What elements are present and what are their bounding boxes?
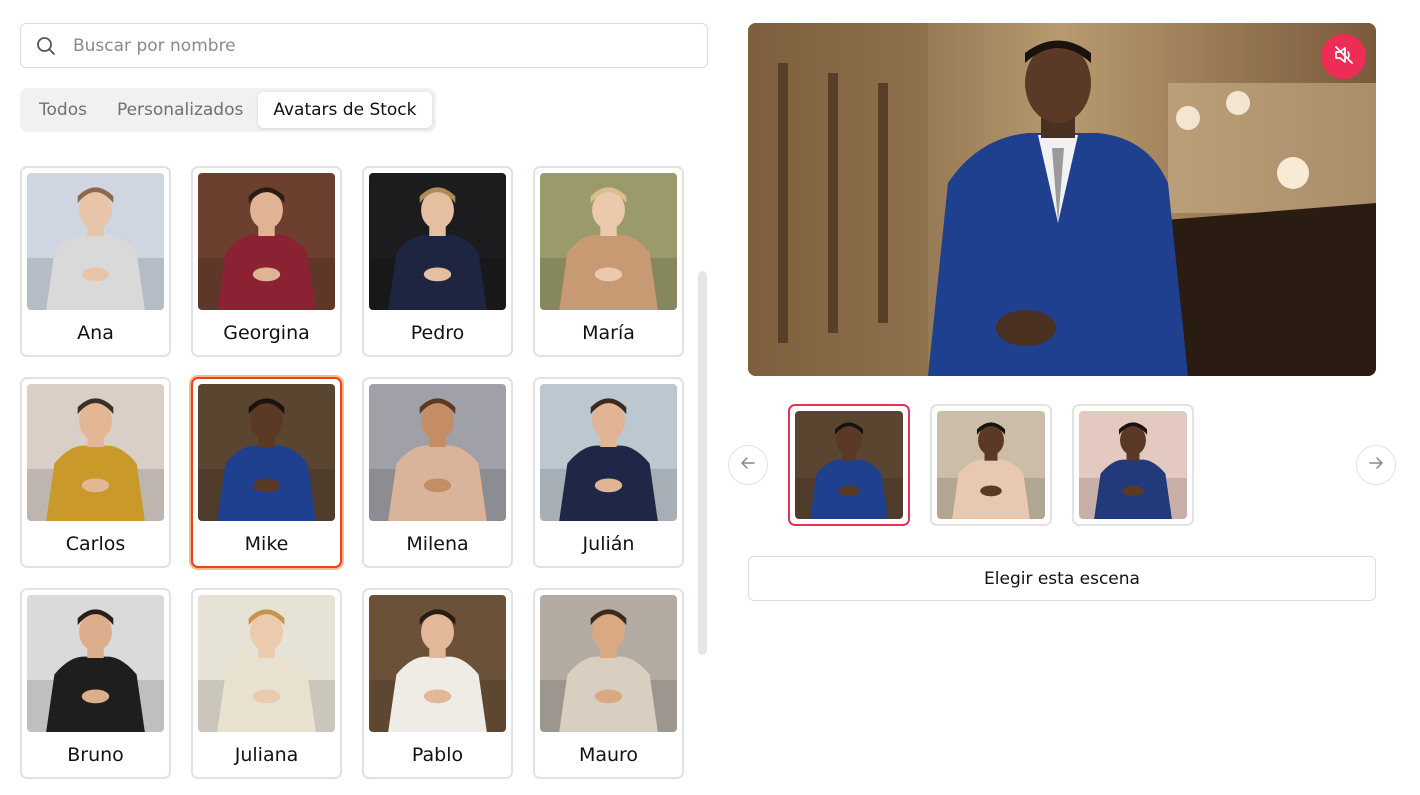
choose-scene-button[interactable]: Elegir esta escena xyxy=(748,556,1376,601)
tab-todos[interactable]: Todos xyxy=(24,92,102,128)
avatar-name: Julián xyxy=(582,533,635,555)
tab-avatars-de-stock[interactable]: Avatars de Stock xyxy=(258,92,432,128)
avatar-card[interactable]: Mike xyxy=(191,377,342,568)
scene-thumbnail-2[interactable] xyxy=(930,404,1052,526)
search-icon xyxy=(21,36,71,56)
search-bar xyxy=(20,23,708,68)
arrow-left-icon xyxy=(740,455,756,475)
avatar-thumbnail xyxy=(27,595,164,732)
avatar-thumbnail xyxy=(198,595,335,732)
scene-thumbnail-1[interactable] xyxy=(788,404,910,526)
avatar-name: Mike xyxy=(244,533,289,555)
avatar-name: Milena xyxy=(406,533,469,555)
avatar-card[interactable]: Julián xyxy=(533,377,684,568)
tab-personalizados[interactable]: Personalizados xyxy=(102,92,258,128)
arrow-right-icon xyxy=(1368,455,1384,475)
avatar-thumbnail xyxy=(369,173,506,310)
avatar-thumbnail xyxy=(540,173,677,310)
avatar-thumbnail xyxy=(369,595,506,732)
volume-mute-icon xyxy=(1333,44,1355,70)
avatar-thumbnail xyxy=(540,595,677,732)
avatar-card[interactable]: Georgina xyxy=(191,166,342,357)
avatar-card[interactable]: Pedro xyxy=(362,166,513,357)
avatar-name: Bruno xyxy=(67,744,124,766)
avatar-name: Carlos xyxy=(65,533,126,555)
avatar-name: Georgina xyxy=(223,322,310,344)
avatar-card[interactable]: Ana xyxy=(20,166,171,357)
scene-preview xyxy=(748,23,1376,376)
filter-tabs: Todos Personalizados Avatars de Stock xyxy=(20,88,436,132)
next-scene-button[interactable] xyxy=(1356,445,1396,485)
scene-image xyxy=(937,411,1045,519)
scene-image xyxy=(1079,411,1187,519)
avatar-name: Ana xyxy=(77,322,114,344)
search-input[interactable] xyxy=(71,24,707,67)
avatar-card[interactable]: Pablo xyxy=(362,588,513,779)
avatar-card[interactable]: Carlos xyxy=(20,377,171,568)
avatar-thumbnail xyxy=(198,173,335,310)
avatar-name: Juliana xyxy=(234,744,299,766)
prev-scene-button[interactable] xyxy=(728,445,768,485)
avatar-card[interactable]: Juliana xyxy=(191,588,342,779)
scene-image xyxy=(795,411,903,519)
avatar-card[interactable]: María xyxy=(533,166,684,357)
avatar-picker: Todos Personalizados Avatars de Stock An… xyxy=(0,0,1420,795)
avatar-card[interactable]: Mauro xyxy=(533,588,684,779)
scrollbar[interactable] xyxy=(698,271,707,655)
avatar-thumbnail xyxy=(27,173,164,310)
avatar-card[interactable]: Bruno xyxy=(20,588,171,779)
preview-image xyxy=(748,23,1376,376)
scene-thumbnail-3[interactable] xyxy=(1072,404,1194,526)
mute-button[interactable] xyxy=(1321,34,1366,79)
avatar-thumbnail xyxy=(198,384,335,521)
avatar-thumbnail xyxy=(369,384,506,521)
avatar-grid: Ana Georgina Pedro María Carlos Mike Mil… xyxy=(20,166,684,779)
avatar-thumbnail xyxy=(540,384,677,521)
avatar-name: María xyxy=(582,322,635,344)
avatar-name: Mauro xyxy=(578,744,639,766)
avatar-thumbnail xyxy=(27,384,164,521)
avatar-name: Pedro xyxy=(410,322,465,344)
avatar-card[interactable]: Milena xyxy=(362,377,513,568)
avatar-name: Pablo xyxy=(411,744,464,766)
